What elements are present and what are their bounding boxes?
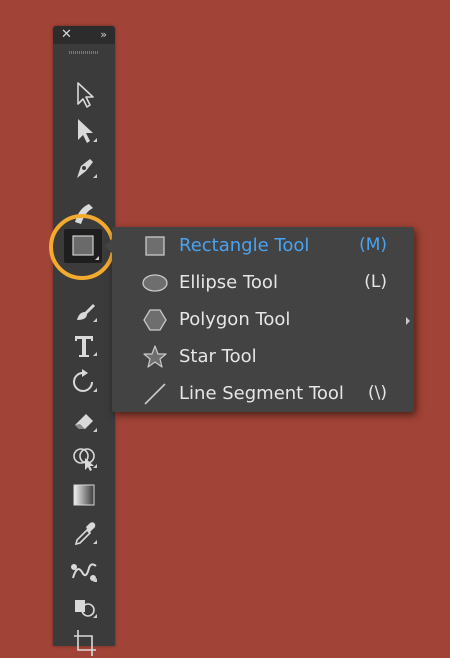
flyout-pointer	[104, 239, 112, 253]
pen-tool-button[interactable]	[65, 150, 103, 184]
line-icon	[144, 383, 166, 405]
eraser-tool-button[interactable]	[65, 404, 103, 438]
submenu-indicator	[93, 138, 97, 142]
selection-tool-button[interactable]	[65, 78, 103, 112]
star-icon	[143, 345, 167, 368]
menu-item-shortcut: (M)	[359, 235, 387, 255]
eraser-icon	[75, 414, 93, 429]
close-icon[interactable]: ✕	[61, 27, 72, 43]
menu-item-ellipse-tool[interactable]: Ellipse Tool (L)	[112, 265, 402, 301]
menu-item-label: Star Tool	[179, 346, 257, 367]
tools-panel: ✕ »	[53, 26, 115, 656]
menu-item-label: Line Segment Tool	[179, 383, 344, 404]
submenu-indicator	[93, 428, 97, 432]
symbol-sprayer-icon	[75, 600, 95, 617]
menu-item-rectangle-tool[interactable]: Rectangle Tool (M)	[112, 228, 402, 264]
rotate-icon	[73, 369, 93, 392]
submenu-indicator	[93, 318, 97, 322]
direct-selection-arrow-icon	[78, 119, 93, 143]
menu-item-shortcut: (L)	[364, 272, 387, 292]
menu-item-label: Polygon Tool	[179, 309, 291, 330]
submenu-indicator	[93, 578, 97, 582]
collapse-icon[interactable]: »	[100, 27, 107, 43]
submenu-indicator	[93, 388, 97, 392]
pen-icon	[77, 159, 93, 178]
tearoff-icon[interactable]	[406, 317, 410, 325]
blend-tool-button[interactable]	[65, 554, 103, 588]
paintbrush-icon	[77, 304, 95, 320]
artboard-icon	[74, 630, 96, 656]
gradient-tool-button[interactable]	[65, 478, 103, 512]
ellipse-icon	[142, 274, 168, 292]
panel-grip[interactable]	[69, 51, 99, 54]
shape-tools-flyout: Rectangle Tool (M) Ellipse Tool (L) Poly…	[104, 227, 414, 412]
eyedropper-tool-button[interactable]	[65, 516, 103, 550]
rotate-tool-button[interactable]	[65, 364, 103, 398]
selection-arrow-icon	[77, 82, 94, 108]
submenu-indicator	[93, 352, 97, 356]
blend-icon	[71, 563, 97, 581]
rectangle-icon	[145, 236, 165, 256]
gradient-icon	[73, 484, 95, 506]
shape-builder-tool-button[interactable]	[65, 440, 103, 474]
menu-item-label: Ellipse Tool	[179, 272, 278, 293]
submenu-indicator	[93, 614, 97, 618]
submenu-indicator	[93, 540, 97, 544]
menu-item-polygon-tool[interactable]: Polygon Tool	[112, 302, 402, 338]
shape-builder-icon	[73, 448, 95, 471]
eyedropper-icon	[74, 522, 96, 546]
panel-header: ✕ »	[53, 26, 115, 44]
polygon-icon	[143, 309, 167, 331]
direct-selection-tool-button[interactable]	[65, 114, 103, 148]
submenu-indicator	[93, 464, 97, 468]
menu-item-star-tool[interactable]: Star Tool	[112, 339, 402, 375]
menu-item-label: Rectangle Tool	[179, 235, 310, 256]
symbol-sprayer-tool-button[interactable]	[65, 590, 103, 624]
submenu-indicator	[93, 174, 97, 178]
paintbrush-tool-button[interactable]	[65, 302, 103, 324]
menu-item-line-segment-tool[interactable]: Line Segment Tool (\)	[112, 376, 402, 412]
type-icon	[75, 336, 93, 357]
artboard-tool-button[interactable]	[65, 624, 103, 658]
menu-item-shortcut: (\)	[368, 383, 387, 403]
type-tool-button[interactable]	[65, 328, 103, 362]
